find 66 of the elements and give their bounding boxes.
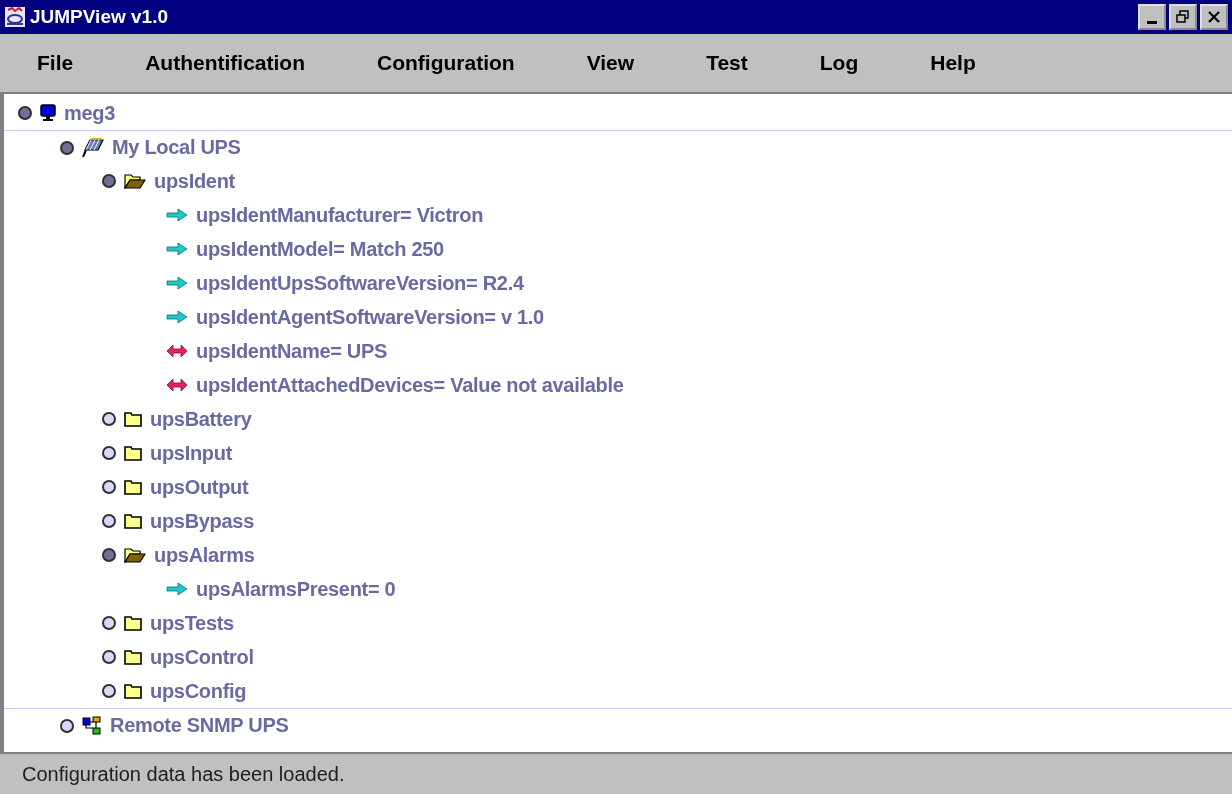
monitor-icon xyxy=(40,104,56,122)
tree-node-label[interactable]: meg3 xyxy=(64,101,116,125)
expand-handle[interactable] xyxy=(102,616,116,630)
tree-node-label[interactable]: upsControl xyxy=(150,645,254,669)
open-folder-icon xyxy=(124,173,146,189)
tree-node-label[interactable]: upsInput xyxy=(150,441,233,465)
tree-node-label: upsIdentModel= Match 250 xyxy=(196,237,444,261)
folder-icon xyxy=(124,411,142,427)
close-icon xyxy=(1207,10,1221,24)
expand-handle[interactable] xyxy=(102,650,116,664)
close-button[interactable] xyxy=(1200,4,1228,30)
tree-node-label: upsIdentManufacturer= Victron xyxy=(196,203,484,227)
tree-node-label: upsAlarmsPresent= 0 xyxy=(196,577,396,601)
folder-icon xyxy=(124,479,142,495)
expand-handle[interactable] xyxy=(18,106,32,120)
window-title: JUMPView v1.0 xyxy=(30,6,168,28)
tree-node-label: upsIdentUpsSoftwareVersion= R2.4 xyxy=(196,271,524,295)
expand-handle[interactable] xyxy=(60,140,74,155)
open-folder-icon xyxy=(124,547,146,563)
tree-node-label: upsIdentAgentSoftwareVersion= v 1.0 xyxy=(196,305,544,329)
tree-node-label: upsIdentAttachedDevices= Value not available xyxy=(196,373,624,397)
network-icon xyxy=(82,715,102,736)
expand-handle[interactable] xyxy=(60,718,74,733)
arrow-icon xyxy=(166,310,188,324)
folder-icon xyxy=(124,513,142,529)
folder-icon xyxy=(124,615,142,631)
app-icon xyxy=(4,6,26,28)
folder-icon xyxy=(124,445,142,461)
expand-handle[interactable] xyxy=(102,412,116,426)
menu-item[interactable]: Configuration xyxy=(341,47,551,79)
folder-icon xyxy=(124,683,142,699)
tree-node-label[interactable]: Remote SNMP UPS xyxy=(110,714,289,737)
tree-node-label[interactable]: upsBypass xyxy=(150,509,254,533)
expand-handle[interactable] xyxy=(102,514,116,528)
minimize-button[interactable] xyxy=(1138,4,1166,30)
battery-pack-icon xyxy=(82,137,104,158)
expand-handle[interactable] xyxy=(102,480,116,494)
menu-item[interactable]: Test xyxy=(670,47,784,79)
arrow-icon xyxy=(166,208,188,222)
expand-handle[interactable] xyxy=(102,548,116,562)
expand-handle[interactable] xyxy=(102,446,116,460)
double-arrow-icon xyxy=(166,378,188,392)
menu-item[interactable]: Authentification xyxy=(109,47,341,79)
restore-icon xyxy=(1176,10,1190,24)
folder-icon xyxy=(124,649,142,665)
tree-node-label[interactable]: My Local UPS xyxy=(112,136,241,159)
tree-node-label[interactable]: upsIdent xyxy=(154,169,235,193)
double-arrow-icon xyxy=(166,344,188,358)
menu-item[interactable]: Help xyxy=(894,47,1012,79)
restore-button[interactable] xyxy=(1169,4,1197,30)
status-text: Configuration data has been loaded. xyxy=(22,762,345,786)
tree-node-label[interactable]: upsAlarms xyxy=(154,543,255,567)
tree-node-label: upsIdentName= UPS xyxy=(196,339,388,363)
menu-item[interactable]: Log xyxy=(783,47,895,79)
tree-node-label[interactable]: upsTests xyxy=(150,611,234,635)
arrow-icon xyxy=(166,276,188,290)
menu-item[interactable]: File xyxy=(1,47,110,79)
minimize-icon xyxy=(1147,20,1157,24)
tree-node-label[interactable]: upsConfig xyxy=(150,679,247,703)
menu-item[interactable]: View xyxy=(550,47,671,79)
arrow-icon xyxy=(166,242,188,256)
arrow-icon xyxy=(166,582,188,596)
tree-node-label[interactable]: upsOutput xyxy=(150,475,249,499)
expand-handle[interactable] xyxy=(102,174,116,188)
tree-node-label[interactable]: upsBattery xyxy=(150,407,252,431)
expand-handle[interactable] xyxy=(102,684,116,698)
